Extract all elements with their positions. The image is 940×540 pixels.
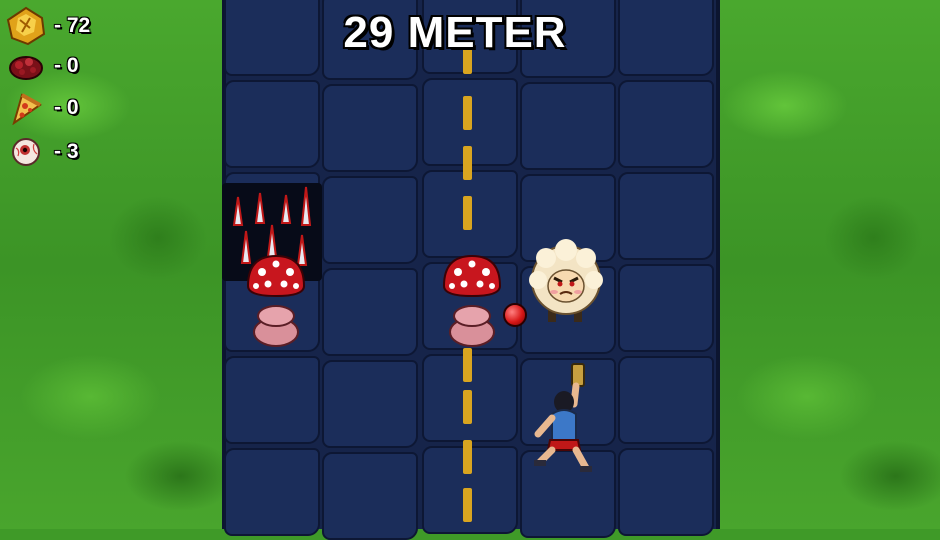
lane-marker	[463, 440, 472, 474]
gold-crystal-icon	[6, 6, 46, 46]
lane-marker	[463, 96, 472, 130]
counter-meat: - 0	[6, 48, 79, 84]
counter-gold-value: - 72	[54, 14, 91, 37]
sheep-enemy	[524, 236, 608, 328]
counter-meat-value: - 0	[54, 54, 79, 77]
lane-marker	[463, 390, 472, 424]
counter-eyeball-value: - 3	[54, 140, 79, 163]
player-character	[530, 362, 604, 482]
grass-right	[718, 0, 940, 529]
counter-eyeball: - 3	[6, 134, 79, 170]
lane-marker	[463, 348, 472, 382]
counter-gold: - 72	[6, 6, 91, 46]
pizza-slice-icon	[6, 90, 46, 126]
lane-marker	[463, 146, 472, 180]
meat-chunk-icon	[6, 48, 46, 84]
distance-counter: 29 METER	[343, 8, 567, 57]
lane-marker	[463, 196, 472, 230]
mushroom-obstacle	[440, 252, 504, 350]
lane-marker	[463, 488, 472, 522]
counter-pizza-value: - 0	[54, 96, 79, 119]
counter-pizza: - 0	[6, 90, 79, 126]
mushroom-obstacle	[244, 252, 308, 350]
eyeball-icon	[6, 134, 46, 170]
